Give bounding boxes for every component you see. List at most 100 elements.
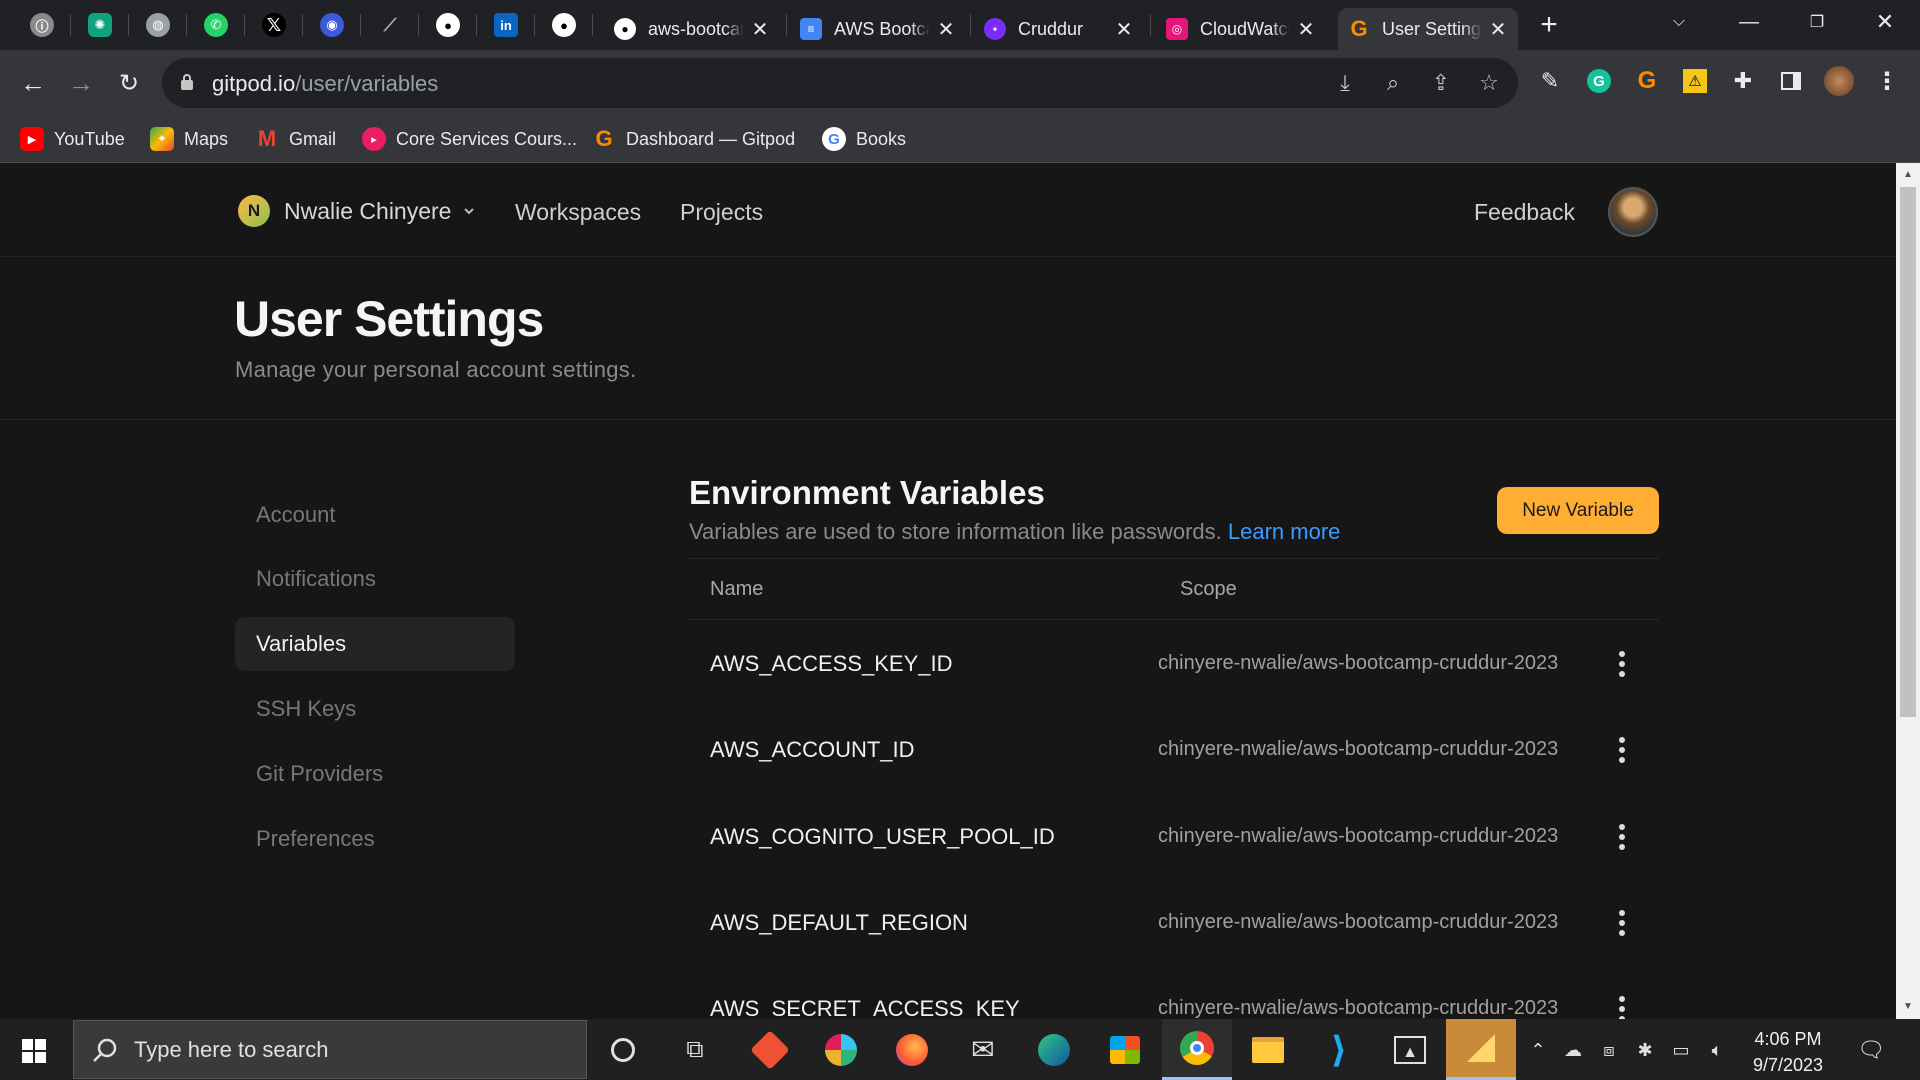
user-avatar[interactable] xyxy=(1608,187,1658,237)
taskbar-search-box[interactable]: Type here to search xyxy=(73,1020,587,1079)
pinned-tab-10[interactable]: ● xyxy=(544,9,584,41)
more-options-icon[interactable] xyxy=(1616,994,1628,1019)
vscode-icon[interactable]: ⟩ xyxy=(1304,1019,1374,1080)
task-view-icon[interactable]: ⧉ xyxy=(660,1019,730,1080)
back-button[interactable]: ← xyxy=(16,66,50,100)
org-switcher[interactable]: N Nwalie Chinyere xyxy=(238,195,475,227)
extensions-puzzle-icon[interactable]: ✚ xyxy=(1728,66,1758,96)
onedrive-cloud-icon[interactable]: ☁ xyxy=(1560,1037,1586,1063)
gmail-icon: M xyxy=(257,126,277,151)
tab-divider xyxy=(1150,14,1151,36)
github-icon: ● xyxy=(436,13,460,37)
address-bar[interactable]: gitpod.io/user/variables ⤓ ⌕ ⇪ ☆ xyxy=(162,58,1518,108)
warning-extension-icon[interactable]: ⚠ xyxy=(1680,66,1710,96)
more-options-icon[interactable] xyxy=(1616,649,1628,679)
pinned-tab-9[interactable]: in xyxy=(486,9,526,41)
cortana-icon[interactable] xyxy=(588,1019,658,1080)
page-scrollbar[interactable]: ▲ ▼ xyxy=(1896,163,1920,1019)
slack-icon[interactable] xyxy=(806,1019,876,1080)
share-icon[interactable]: ⇪ xyxy=(1428,70,1454,96)
edge-icon[interactable] xyxy=(1019,1019,1089,1080)
tab-cloudwatch[interactable]: ◎ CloudWatch ✕ xyxy=(1156,8,1326,50)
bookmark-star-icon[interactable]: ☆ xyxy=(1476,70,1502,96)
more-options-icon[interactable] xyxy=(1616,822,1628,852)
table-row: AWS_COGNITO_USER_POOL_ID chinyere-nwalie… xyxy=(687,794,1659,880)
chevron-down-icon xyxy=(464,208,475,215)
sidebar-item-account[interactable]: Account xyxy=(235,488,515,542)
variable-scope: chinyere-nwalie/aws-bootcamp-cruddur-202… xyxy=(1158,738,1559,760)
url-text[interactable]: gitpod.io/user/variables xyxy=(212,71,438,97)
pinned-tab-6[interactable]: ◉ xyxy=(312,9,352,41)
pinned-tab-7[interactable]: ⟋ xyxy=(370,9,410,41)
file-explorer-icon[interactable] xyxy=(1233,1019,1303,1080)
volume-icon[interactable]: 🔈︎ xyxy=(1704,1037,1730,1063)
reload-button[interactable]: ↻ xyxy=(112,66,146,100)
pinned-tab-8[interactable]: ● xyxy=(428,9,468,41)
sidebar-item-notifications[interactable]: Notifications xyxy=(235,552,515,606)
sidebar-item-ssh-keys[interactable]: SSH Keys xyxy=(235,682,515,736)
learn-more-link[interactable]: Learn more xyxy=(1228,519,1341,544)
firefox-icon[interactable] xyxy=(877,1019,947,1080)
more-options-icon[interactable] xyxy=(1616,735,1628,765)
close-icon[interactable]: ✕ xyxy=(1296,17,1316,42)
pinned-tab-4[interactable]: ✆ xyxy=(196,9,236,41)
pinned-tab-3[interactable]: ◍ xyxy=(138,9,178,41)
nav-workspaces[interactable]: Workspaces xyxy=(515,199,641,226)
window-close-button[interactable]: ✕ xyxy=(1850,0,1920,44)
new-tab-button[interactable]: + xyxy=(1532,10,1566,42)
notifications-icon[interactable]: 🗨︎ xyxy=(1857,1037,1885,1063)
windows-start-icon[interactable] xyxy=(22,1039,46,1063)
chrome-icon[interactable] xyxy=(1162,1019,1232,1080)
pinned-tab-2[interactable]: ✺ xyxy=(80,9,120,41)
sidebar-item-git-providers[interactable]: Git Providers xyxy=(235,747,515,801)
profile-avatar-icon[interactable] xyxy=(1824,66,1854,96)
side-panel-icon[interactable] xyxy=(1776,66,1806,96)
bookmark-books[interactable]: G Books xyxy=(822,124,906,154)
system-clock[interactable]: 4:06 PM 9/7/2023 xyxy=(1738,1026,1838,1078)
tab-cruddur[interactable]: ✦ Cruddur ✕ xyxy=(974,8,1144,50)
new-variable-button[interactable]: New Variable xyxy=(1497,487,1659,534)
sidebar-item-variables[interactable]: Variables xyxy=(235,617,515,671)
nav-projects[interactable]: Projects xyxy=(680,199,763,226)
close-icon[interactable]: ✕ xyxy=(750,17,770,42)
git-icon[interactable] xyxy=(735,1019,805,1080)
gitpod-extension-icon[interactable]: G xyxy=(1632,66,1662,96)
store-icon[interactable] xyxy=(1090,1019,1160,1080)
pen-extension-icon[interactable]: ✎ xyxy=(1535,66,1565,96)
bookmark-gmail[interactable]: M Gmail xyxy=(255,124,336,154)
battery-icon[interactable]: ▭ xyxy=(1668,1037,1694,1063)
feedback-link[interactable]: Feedback xyxy=(1474,199,1575,226)
tab-aws-bootcamp-repo[interactable]: ● aws-bootcamp-cruddur-2023 ✕ xyxy=(604,8,780,50)
tray-app-icon[interactable]: ⧈ xyxy=(1596,1037,1622,1063)
bluetooth-icon[interactable]: ✱ xyxy=(1632,1037,1658,1063)
install-app-icon[interactable]: ⤓ xyxy=(1332,70,1358,96)
more-options-icon[interactable] xyxy=(1616,908,1628,938)
tab-title: Cruddur xyxy=(1018,18,1084,39)
restore-button[interactable]: ❐ xyxy=(1782,0,1852,44)
bookmark-core-services[interactable]: ▸ Core Services Cours... xyxy=(362,124,577,154)
tab-aws-bootcamp-doc[interactable]: ≡ AWS Bootcamp Cruddur 2023 ✕ xyxy=(790,8,966,50)
mail-icon[interactable]: ✉ xyxy=(948,1019,1018,1080)
bookmark-gitpod-dashboard[interactable]: G Dashboard — Gitpod xyxy=(592,124,795,154)
snip-tool-icon[interactable] xyxy=(1446,1019,1516,1080)
pinned-tab-1[interactable]: ⓘ xyxy=(22,9,62,41)
bookmark-youtube[interactable]: ▶ YouTube xyxy=(20,124,125,154)
photos-icon[interactable]: ▲ xyxy=(1375,1019,1445,1080)
close-icon[interactable]: ✕ xyxy=(1488,17,1508,42)
pinned-tab-5[interactable]: 𝕏 xyxy=(254,9,294,41)
forward-button[interactable]: → xyxy=(64,66,98,100)
browser-menu-icon[interactable]: ⋮ xyxy=(1872,66,1902,96)
scrollbar-thumb[interactable] xyxy=(1900,187,1916,717)
minimize-button[interactable]: — xyxy=(1714,0,1784,44)
scroll-up-arrow-icon[interactable]: ▲ xyxy=(1902,169,1914,181)
scroll-down-arrow-icon[interactable]: ▼ xyxy=(1902,1001,1914,1013)
show-hidden-icons-chevron-icon[interactable]: ⌃ xyxy=(1525,1037,1551,1063)
grammarly-icon[interactable]: G xyxy=(1584,66,1614,96)
tab-search-button[interactable]: ⌵ xyxy=(1644,0,1714,44)
close-icon[interactable]: ✕ xyxy=(1114,17,1134,42)
close-icon[interactable]: ✕ xyxy=(936,17,956,42)
tab-user-settings[interactable]: G User Settings ✕ xyxy=(1338,8,1518,50)
sidebar-item-preferences[interactable]: Preferences xyxy=(235,812,515,866)
zoom-icon[interactable]: ⌕ xyxy=(1380,70,1406,96)
bookmark-maps[interactable]: ⌖ Maps xyxy=(150,124,228,154)
